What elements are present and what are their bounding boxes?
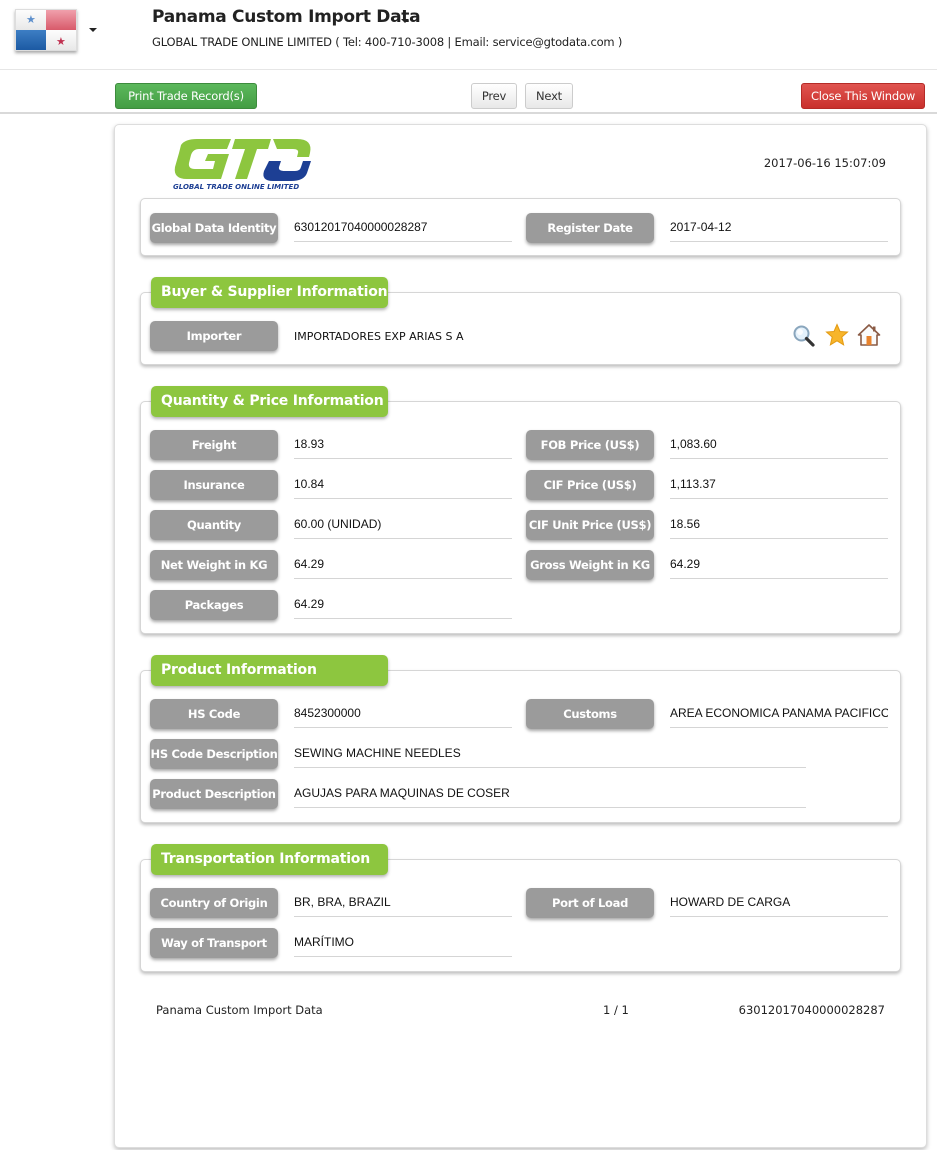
- page-number: 1 / 1: [603, 1003, 629, 1017]
- red-star-icon: ★: [56, 35, 66, 48]
- section-title: Buyer & Supplier Information: [151, 277, 388, 308]
- hs-code-description-label: HS Code Description: [150, 739, 278, 769]
- cif-unit-price-value: 18.56: [670, 515, 888, 539]
- close-window-button[interactable]: Close This Window: [801, 83, 925, 109]
- hs-code-description-value: SEWING MACHINE NEEDLES: [294, 744, 806, 768]
- toolbar: Print Trade Record(s) Prev Next Close Th…: [0, 70, 937, 114]
- hs-code-label: HS Code: [150, 699, 278, 729]
- insurance-value: 10.84: [294, 475, 512, 499]
- hs-code-value: 8452300000: [294, 704, 512, 728]
- footer-record-id: 63012017040000028287: [738, 1003, 885, 1017]
- star-icon[interactable]: [825, 323, 849, 347]
- gto-logo: GLOBAL TRADE ONLINE LIMITED: [173, 137, 313, 193]
- importer-value: IMPORTADORES EXP ARIAS S A: [294, 330, 464, 343]
- global-data-identity-value: 63012017040000028287: [294, 218, 512, 242]
- page-title[interactable]: Panama Custom Import Data: [152, 7, 421, 27]
- country-dropdown-caret-icon[interactable]: [89, 28, 97, 32]
- section-title: Product Information: [151, 655, 388, 686]
- search-icon[interactable]: [792, 324, 816, 348]
- title-dropdown-caret-icon[interactable]: [401, 19, 409, 23]
- insurance-label: Insurance: [150, 470, 278, 500]
- section-title: Quantity & Price Information: [151, 386, 388, 417]
- freight-label: Freight: [150, 430, 278, 460]
- customs-label: Customs: [526, 699, 654, 729]
- identity-section: Global Data Identity 6301201704000002828…: [140, 198, 901, 256]
- cif-unit-price-label: CIF Unit Price (US$): [526, 510, 654, 540]
- packages-value: 64.29: [294, 595, 512, 619]
- port-of-load-value: HOWARD DE CARGA: [670, 893, 888, 917]
- freight-value: 18.93: [294, 435, 512, 459]
- port-of-load-label: Port of Load: [526, 888, 654, 918]
- panama-flag-icon[interactable]: ★ ★: [15, 9, 77, 51]
- fob-price-label: FOB Price (US$): [526, 430, 654, 460]
- logo-text: GLOBAL TRADE ONLINE LIMITED: [173, 183, 300, 191]
- way-of-transport-label: Way of Transport: [150, 928, 278, 958]
- blue-star-icon: ★: [26, 13, 36, 26]
- customs-value: AREA ECONOMICA PANAMA PACIFICO(: [670, 704, 888, 728]
- section-title: Transportation Information: [151, 844, 388, 875]
- cif-price-label: CIF Price (US$): [526, 470, 654, 500]
- way-of-transport-value: MARÍTIMO: [294, 933, 512, 957]
- prev-button[interactable]: Prev: [471, 83, 517, 109]
- product-section: Product Information HS Code 8452300000 C…: [140, 655, 901, 823]
- gross-weight-value: 64.29: [670, 555, 888, 579]
- gto-logo-icon: [174, 139, 311, 181]
- app-header: ★ ★ Panama Custom Import Data GLOBAL TRA…: [0, 0, 937, 70]
- home-icon[interactable]: [857, 323, 881, 347]
- quantity-price-section: Quantity & Price Information Freight 18.…: [140, 386, 901, 634]
- register-date-value: 2017-04-12: [670, 218, 888, 242]
- net-weight-label: Net Weight in KG: [150, 550, 278, 580]
- transportation-section: Transportation Information Country of Or…: [140, 844, 901, 972]
- report-timestamp: 2017-06-16 15:07:09: [763, 156, 886, 170]
- buyer-supplier-section: Buyer & Supplier Information Importer IM…: [140, 277, 901, 365]
- flag-quadrant: [46, 10, 76, 30]
- gross-weight-label: Gross Weight in KG: [526, 550, 654, 580]
- print-trade-records-button[interactable]: Print Trade Record(s): [115, 83, 257, 109]
- footer-title: Panama Custom Import Data: [156, 1003, 323, 1017]
- global-data-identity-label: Global Data Identity: [150, 213, 278, 243]
- packages-label: Packages: [150, 590, 278, 620]
- flag-quadrant: [16, 30, 46, 50]
- country-of-origin-value: BR, BRA, BRAZIL: [294, 893, 512, 917]
- quantity-value: 60.00 (UNIDAD): [294, 515, 512, 539]
- quantity-label: Quantity: [150, 510, 278, 540]
- cif-price-value: 1,113.37: [670, 475, 888, 499]
- next-button[interactable]: Next: [525, 83, 573, 109]
- product-description-value: AGUJAS PARA MAQUINAS DE COSER: [294, 784, 806, 808]
- net-weight-value: 64.29: [294, 555, 512, 579]
- register-date-label: Register Date: [526, 213, 654, 243]
- trade-record-page: GLOBAL TRADE ONLINE LIMITED 2017-06-16 1…: [114, 124, 927, 1148]
- product-description-label: Product Description: [150, 779, 278, 809]
- country-of-origin-label: Country of Origin: [150, 888, 278, 918]
- importer-label: Importer: [150, 321, 278, 351]
- fob-price-value: 1,083.60: [670, 435, 888, 459]
- company-contact-line: GLOBAL TRADE ONLINE LIMITED ( Tel: 400-7…: [152, 35, 623, 49]
